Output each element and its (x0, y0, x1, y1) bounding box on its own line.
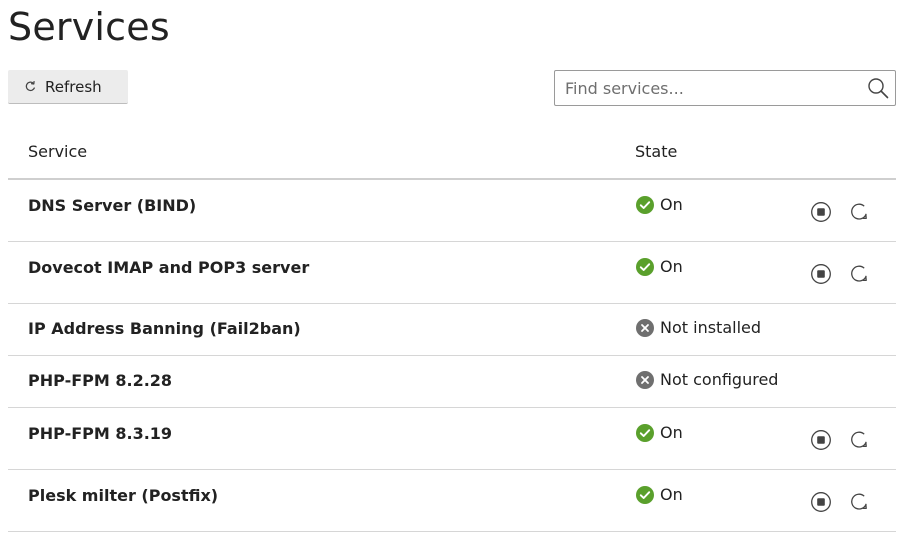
stop-icon[interactable] (810, 201, 832, 223)
page-title: Services (8, 5, 170, 49)
services-table-body: DNS Server (BIND) On Dovecot IMAP and POP3… (8, 180, 896, 532)
table-row: PHP-FPM 8.3.19 On (8, 408, 896, 470)
restart-icon[interactable] (848, 263, 870, 285)
service-state-label: Not configured (660, 370, 779, 389)
stop-icon[interactable] (810, 491, 832, 513)
service-state: Not configured (636, 370, 778, 389)
table-row: DNS Server (BIND) On (8, 180, 896, 242)
service-actions (810, 201, 870, 223)
x-circle-icon (636, 318, 654, 337)
service-name[interactable]: IP Address Banning (Fail2ban) (28, 319, 301, 338)
column-header-state[interactable]: State (635, 142, 677, 161)
refresh-icon (25, 81, 36, 92)
service-state: On (636, 257, 683, 276)
column-header-service[interactable]: Service (28, 142, 87, 161)
refresh-button-label: Refresh (45, 77, 102, 96)
stop-icon[interactable] (810, 263, 832, 285)
check-circle-icon (636, 423, 654, 442)
service-state: On (636, 485, 683, 504)
service-state-label: On (660, 485, 683, 504)
check-circle-icon (636, 485, 654, 504)
table-header: Service State (8, 130, 896, 180)
service-state: On (636, 195, 683, 214)
service-name[interactable]: PHP-FPM 8.2.28 (28, 371, 172, 390)
x-circle-icon (636, 370, 654, 389)
restart-icon[interactable] (848, 491, 870, 513)
search-box (554, 70, 896, 106)
service-state-label: On (660, 257, 683, 276)
table-row: PHP-FPM 8.2.28 Not configured (8, 356, 896, 408)
service-name[interactable]: Plesk milter (Postfix) (28, 486, 218, 505)
service-name[interactable]: PHP-FPM 8.3.19 (28, 424, 172, 443)
table-row: Plesk milter (Postfix) On (8, 470, 896, 532)
restart-icon[interactable] (848, 201, 870, 223)
table-row: IP Address Banning (Fail2ban) Not install… (8, 304, 896, 356)
table-row: Dovecot IMAP and POP3 server On (8, 242, 896, 304)
refresh-button[interactable]: Refresh (8, 70, 128, 104)
service-actions (810, 491, 870, 513)
service-state-label: On (660, 423, 683, 442)
service-state: Not installed (636, 318, 761, 337)
service-state-label: On (660, 195, 683, 214)
check-circle-icon (636, 257, 654, 276)
stop-icon[interactable] (810, 429, 832, 451)
service-state: On (636, 423, 683, 442)
service-state-label: Not installed (660, 318, 762, 337)
magnifier-icon[interactable] (867, 77, 889, 99)
service-actions (810, 263, 870, 285)
service-actions (810, 429, 870, 451)
check-circle-icon (636, 195, 654, 214)
service-name[interactable]: Dovecot IMAP and POP3 server (28, 258, 309, 277)
restart-icon[interactable] (848, 429, 870, 451)
search-input[interactable] (555, 71, 865, 105)
service-name[interactable]: DNS Server (BIND) (28, 196, 196, 215)
